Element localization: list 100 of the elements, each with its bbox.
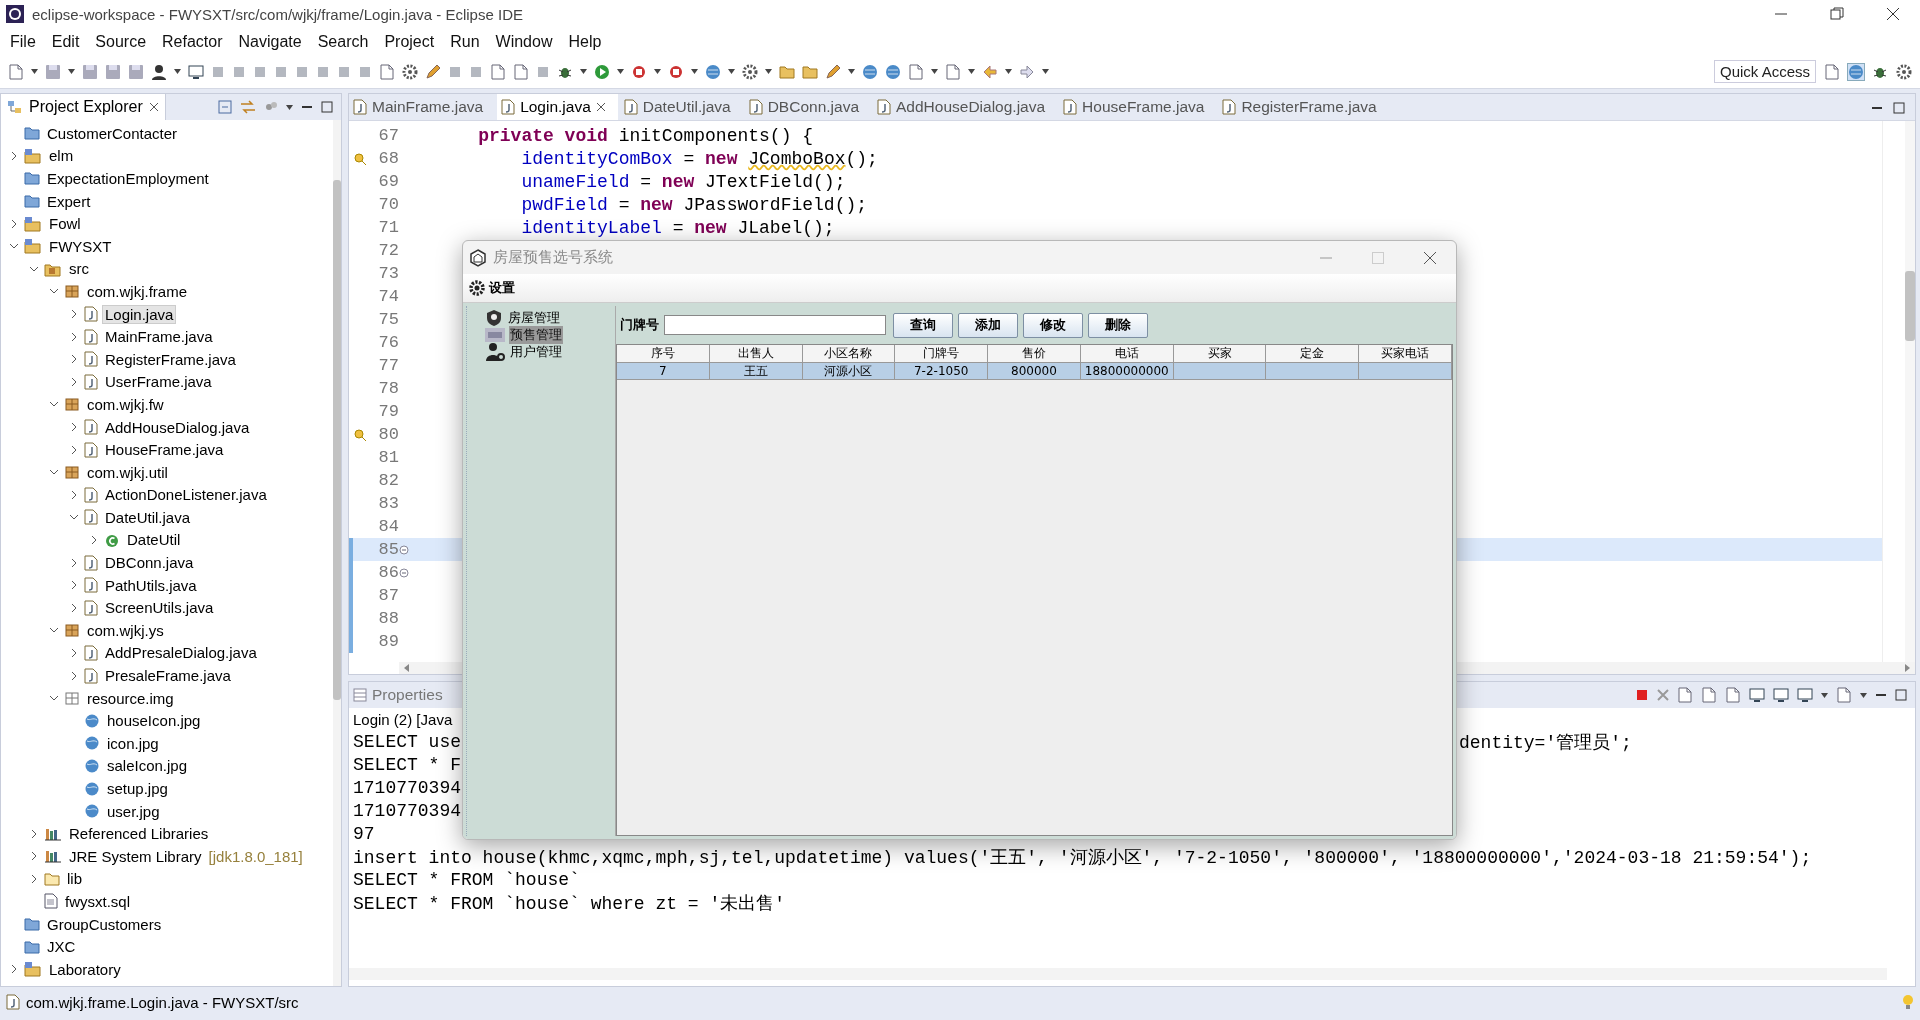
dropdown-caret-icon[interactable] <box>580 69 587 74</box>
chevron-right-icon[interactable] <box>89 535 99 545</box>
tree-item[interactable]: Login.java <box>103 305 176 323</box>
column-header[interactable]: 门牌号 <box>895 345 989 363</box>
maximize-icon[interactable] <box>1893 102 1905 114</box>
tree-item[interactable]: UserFrame.java <box>103 373 214 391</box>
nav-item[interactable]: 房屋管理 <box>507 308 561 327</box>
table-row[interactable]: 7 王五 河源小区 7-2-1050 800000 18800000000 <box>617 363 1452 380</box>
tree-item[interactable]: Fowl <box>47 215 83 233</box>
tree-item[interactable]: saleIcon.jpg <box>105 757 190 775</box>
tree-item[interactable]: JXC <box>45 938 78 956</box>
tree-item[interactable]: ActionDoneListener.java <box>103 486 269 504</box>
tree-item[interactable]: FWYSXT <box>47 237 114 255</box>
tree-item[interactable]: DBConn.java <box>103 554 196 572</box>
editor-tab[interactable]: RegisterFrame.java <box>1218 94 1389 120</box>
tree-item[interactable]: lib <box>65 870 84 888</box>
tree-item[interactable]: com.wjkj.frame <box>85 282 189 300</box>
arrow-left-icon[interactable] <box>982 63 998 80</box>
editor-tab[interactable]: HouseFrame.java <box>1059 94 1217 120</box>
dropdown-caret-icon[interactable] <box>654 69 661 74</box>
maximize-icon[interactable] <box>321 101 333 113</box>
globe-icon[interactable] <box>1848 63 1864 80</box>
fold-minus-icon[interactable] <box>399 567 409 578</box>
tree-item[interactable]: src <box>67 260 91 278</box>
view-tab[interactable]: Properties <box>372 686 443 704</box>
chevron-right-icon[interactable] <box>69 422 79 432</box>
dropdown-caret-icon[interactable] <box>31 69 38 74</box>
dropdown-caret-icon[interactable] <box>1860 692 1867 698</box>
chevron-right-icon[interactable] <box>69 331 79 342</box>
page-icon[interactable] <box>379 63 395 80</box>
page-icon[interactable] <box>490 63 506 80</box>
dropdown-caret-icon[interactable] <box>286 104 293 110</box>
chevron-right-icon[interactable] <box>9 964 19 975</box>
chevron-right-icon[interactable] <box>9 218 19 229</box>
gear-icon[interactable] <box>1896 63 1912 80</box>
chevron-right-icon[interactable] <box>69 580 79 591</box>
tree-item[interactable]: AddHouseDialog.java <box>103 418 252 436</box>
monitor-icon[interactable] <box>188 63 204 80</box>
menu-item[interactable]: Source <box>87 32 155 51</box>
menu-item[interactable]: Run <box>442 32 488 51</box>
gear-icon[interactable] <box>469 280 485 296</box>
folder-icon[interactable] <box>779 63 795 80</box>
page-icon[interactable] <box>1836 687 1852 703</box>
pencil-icon[interactable] <box>425 63 441 80</box>
maximize-icon[interactable] <box>1895 689 1907 701</box>
editor-tab[interactable]: AddHouseDialog.java <box>873 94 1058 120</box>
gear-icon[interactable] <box>402 63 418 80</box>
page-icon[interactable] <box>1824 63 1840 80</box>
action-button[interactable]: 删除 <box>1088 312 1148 338</box>
chevron-right-icon[interactable] <box>69 376 79 387</box>
action-button[interactable]: 修改 <box>1023 312 1083 338</box>
dropdown-caret-icon[interactable] <box>848 69 855 74</box>
globe-icon[interactable] <box>862 63 878 80</box>
column-header[interactable]: 小区名称 <box>802 345 896 363</box>
chevron-right-icon[interactable] <box>69 557 79 568</box>
tree-item[interactable]: CustomerContacter <box>45 124 180 142</box>
tree-item[interactable]: elm <box>47 147 76 165</box>
stop-icon[interactable] <box>631 63 647 80</box>
menu-item[interactable]: Refactor <box>154 32 231 51</box>
nav-item[interactable]: 预售管理 <box>509 325 563 344</box>
chevron-right-icon[interactable] <box>29 851 39 862</box>
menu-item[interactable]: Window <box>487 32 561 51</box>
tree-item[interactable]: DateUtil.java <box>103 508 193 526</box>
editor-tab[interactable]: MainFrame.java <box>349 94 496 120</box>
tree-item[interactable]: ScreenUtils.java <box>103 599 216 617</box>
restore-icon[interactable] <box>1830 7 1844 21</box>
tree-item[interactable]: AddPresaleDialog.java <box>103 644 259 662</box>
scrollbar-thumb[interactable] <box>333 180 341 700</box>
tree-item[interactable]: com.wjkj.util <box>85 463 170 481</box>
nav-item[interactable]: 用户管理 <box>509 342 563 361</box>
tree-item[interactable]: ExpectationEmployment <box>45 170 211 187</box>
tree-item[interactable]: resource.img <box>85 689 176 707</box>
quick-access-field[interactable]: Quick Access <box>1713 60 1816 83</box>
editor-tab[interactable]: DBConn.java <box>744 94 871 120</box>
dropdown-caret-icon[interactable] <box>765 69 772 74</box>
play-icon[interactable] <box>594 63 610 80</box>
close-icon[interactable] <box>1886 7 1900 21</box>
fold-minus-icon[interactable] <box>399 544 409 555</box>
action-button[interactable]: 添加 <box>958 312 1018 338</box>
chevron-right-icon[interactable] <box>29 873 39 884</box>
stop-icon[interactable] <box>668 63 684 80</box>
tree-item[interactable]: icon.jpg <box>105 734 161 752</box>
column-header[interactable]: 售价 <box>988 345 1081 363</box>
action-button[interactable]: 查询 <box>893 312 953 338</box>
scrollbar-thumb[interactable] <box>1905 271 1915 341</box>
tree-item[interactable]: com.wjkj.fw <box>85 395 166 413</box>
close-icon[interactable] <box>148 102 159 112</box>
column-header[interactable]: 买家 <box>1173 345 1267 363</box>
globe-icon[interactable] <box>885 63 901 80</box>
dropdown-caret-icon[interactable] <box>1821 692 1828 698</box>
pencil-icon[interactable] <box>825 63 841 80</box>
search-field[interactable] <box>664 315 886 335</box>
dropdown-caret-icon[interactable] <box>691 69 698 74</box>
page-icon[interactable] <box>513 63 529 80</box>
scrollbar-track[interactable] <box>1905 121 1915 662</box>
column-header[interactable]: 电话 <box>1080 345 1174 363</box>
chevron-right-icon[interactable] <box>9 150 19 161</box>
chevron-right-icon[interactable] <box>69 309 79 320</box>
tree-item[interactable]: user.jpg <box>105 802 162 820</box>
tree-item[interactable]: RegisterFrame.java <box>103 350 238 368</box>
